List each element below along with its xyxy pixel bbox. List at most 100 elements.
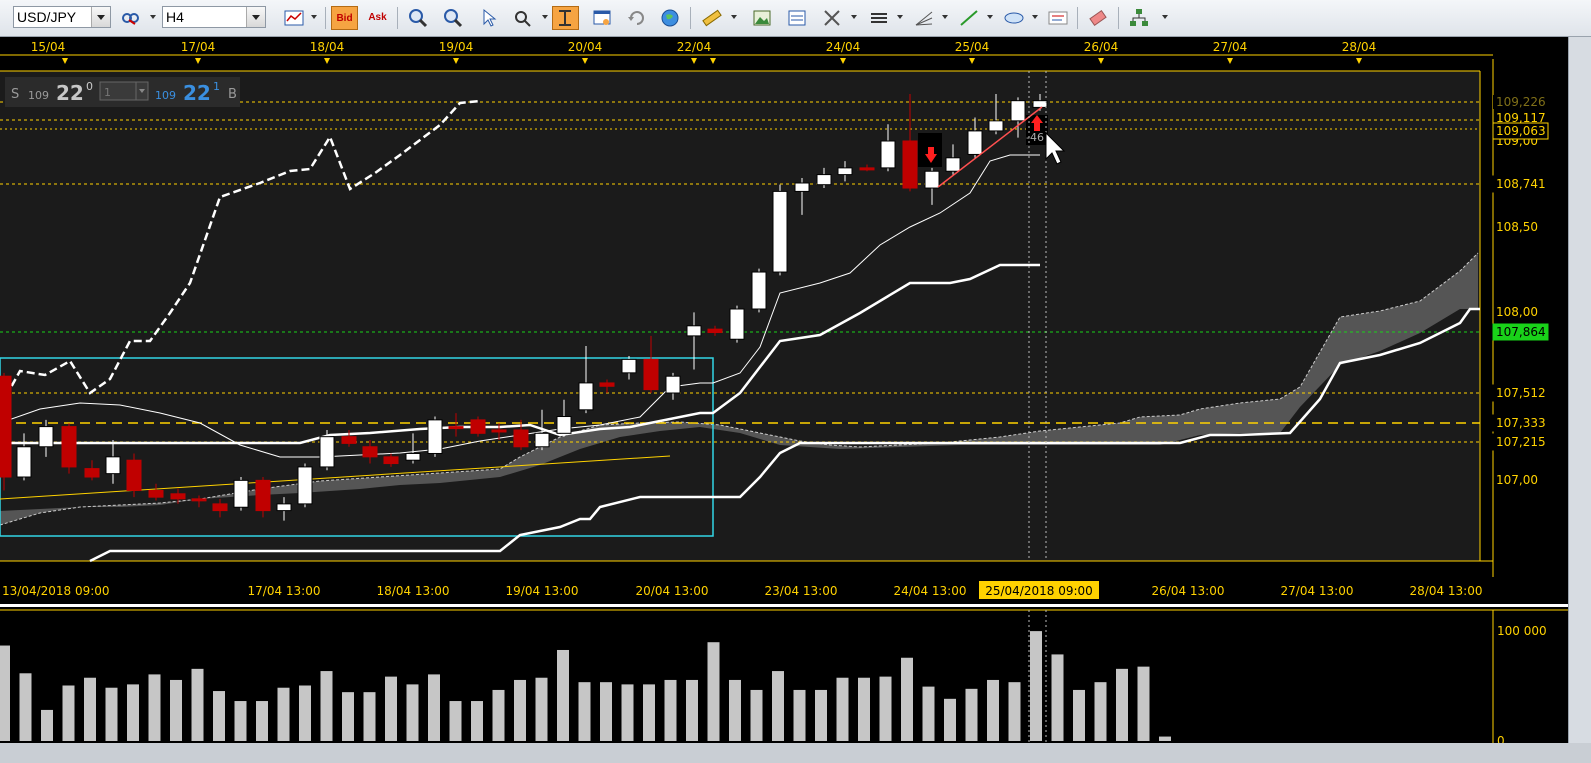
volume-bar: [772, 671, 784, 741]
chevron-down-icon[interactable]: [91, 7, 110, 27]
bid-button[interactable]: Bid: [331, 6, 358, 30]
candle: [772, 184, 788, 276]
price-chart[interactable]: 15/04 17/04 18/04 19/04 20/04 22/04 24/0…: [0, 37, 1568, 604]
volume-bar: [1008, 682, 1021, 741]
refresh-icon[interactable]: [625, 6, 649, 30]
hierarchy-icon[interactable]: [1127, 6, 1151, 30]
chevron-down-icon[interactable]: [1162, 15, 1168, 19]
volume-bar: [1051, 654, 1064, 741]
candle: [729, 305, 745, 343]
zoom-out-icon[interactable]: [441, 6, 465, 30]
tick-marker: [582, 58, 588, 64]
price-tag-text: 107,215: [1496, 435, 1546, 449]
buy-price-big[interactable]: 109: [155, 89, 176, 102]
symbol-value: USD/JPY: [17, 9, 77, 25]
chart-type-icon[interactable]: [282, 6, 306, 30]
buy-label[interactable]: B: [228, 87, 237, 102]
sell-price[interactable]: 22: [56, 81, 84, 105]
text-tool-icon[interactable]: [1046, 6, 1070, 30]
toolbar: USD/JPY H4 Bid Ask: [0, 0, 1591, 37]
sell-signal[interactable]: [918, 133, 942, 167]
candle: [126, 453, 142, 498]
vertical-scrollbar[interactable]: [1568, 37, 1591, 743]
price-tag: 108,741: [1492, 175, 1549, 193]
template-icon[interactable]: [785, 6, 809, 30]
candle: [233, 477, 249, 511]
date-tick-markers: [62, 58, 1362, 64]
volume-bar: [471, 701, 483, 741]
crosshair-button[interactable]: [552, 6, 579, 30]
symbol-select[interactable]: USD/JPY: [13, 6, 111, 28]
chevron-down-icon[interactable]: [542, 15, 548, 19]
lines-icon[interactable]: [867, 6, 891, 30]
tick-marker: [1227, 58, 1233, 64]
price-tag-text: 109,063: [1496, 124, 1546, 138]
ruler-icon[interactable]: [700, 6, 724, 30]
price-chart-canvas[interactable]: 15/04 17/04 18/04 19/04 20/04 22/04 24/0…: [0, 37, 1568, 604]
volume-bar: [363, 692, 376, 741]
price-tag: 109,063: [1492, 122, 1549, 140]
price-label: 108,00: [1496, 305, 1538, 319]
volume-bar: [385, 676, 397, 741]
date-label: 22/04: [677, 40, 712, 54]
chevron-down-icon[interactable]: [987, 15, 993, 19]
price-label: 107,00: [1496, 473, 1538, 487]
chevron-down-icon[interactable]: [246, 7, 265, 27]
globe-icon[interactable]: [658, 6, 682, 30]
date-label: 19/04: [439, 40, 474, 54]
chevron-down-icon[interactable]: [311, 15, 317, 19]
volume-bar: [944, 698, 956, 741]
sell-price-big[interactable]: 109: [28, 89, 49, 102]
tick-marker: [453, 58, 459, 64]
window-icon[interactable]: [590, 6, 614, 30]
tick-marker: [324, 58, 330, 64]
tick-marker: [710, 58, 716, 64]
eraser-icon[interactable]: [1086, 6, 1110, 30]
chevron-down-icon[interactable]: [942, 15, 948, 19]
toolbar-separator: [325, 7, 326, 29]
volume-bar: [879, 676, 892, 741]
one-click-trading-panel[interactable]: S 109 22 0 1 109 22 1 B: [5, 77, 240, 107]
image-icon[interactable]: [750, 6, 774, 30]
chevron-down-icon[interactable]: [851, 15, 857, 19]
volume-bar: [0, 645, 10, 741]
tick-marker: [1356, 58, 1362, 64]
tick-marker: [1098, 58, 1104, 64]
volume-bar: [922, 686, 935, 741]
price-tag-text: 109,226: [1496, 95, 1546, 109]
chevron-down-icon[interactable]: [897, 15, 903, 19]
chevron-down-icon[interactable]: [150, 15, 156, 19]
volume-bar: [127, 684, 139, 741]
chevron-down-icon[interactable]: [731, 15, 737, 19]
trendline-icon[interactable]: [957, 6, 981, 30]
volume-bar: [901, 657, 913, 741]
volume-panel[interactable]: 100 000 0: [0, 607, 1568, 748]
ask-button[interactable]: Ask: [364, 6, 391, 30]
buy-price[interactable]: 22: [183, 81, 211, 105]
volume-bar: [1073, 689, 1085, 741]
link-icon[interactable]: [119, 6, 143, 30]
volume-bar: [836, 677, 849, 741]
price-tag-text: 107,512: [1496, 386, 1546, 400]
time-label: 26/04 13:00: [1152, 584, 1225, 598]
time-label: 24/04 13:00: [894, 584, 967, 598]
volume-bar: [277, 687, 290, 741]
ellipse-icon[interactable]: [1002, 6, 1026, 30]
candle: [61, 423, 77, 474]
tools-icon[interactable]: [820, 6, 844, 30]
cursor-icon[interactable]: [476, 6, 500, 30]
volume-bar: [299, 685, 311, 741]
timeframe-select[interactable]: H4: [162, 6, 266, 28]
volume-bar: [41, 709, 53, 741]
volume-canvas[interactable]: 100 000 0: [0, 607, 1568, 748]
chevron-down-icon[interactable]: [1032, 15, 1038, 19]
sell-label[interactable]: S: [11, 87, 19, 102]
volume-bar: [406, 684, 419, 741]
zoom-in-icon[interactable]: [406, 6, 430, 30]
zoom-area-icon[interactable]: [511, 6, 535, 30]
price-tag-text: 107,864: [1496, 325, 1546, 339]
date-label: 26/04: [1084, 40, 1119, 54]
date-label: 17/04: [181, 40, 216, 54]
fan-icon[interactable]: [912, 6, 936, 30]
volume-bar: [858, 677, 870, 741]
